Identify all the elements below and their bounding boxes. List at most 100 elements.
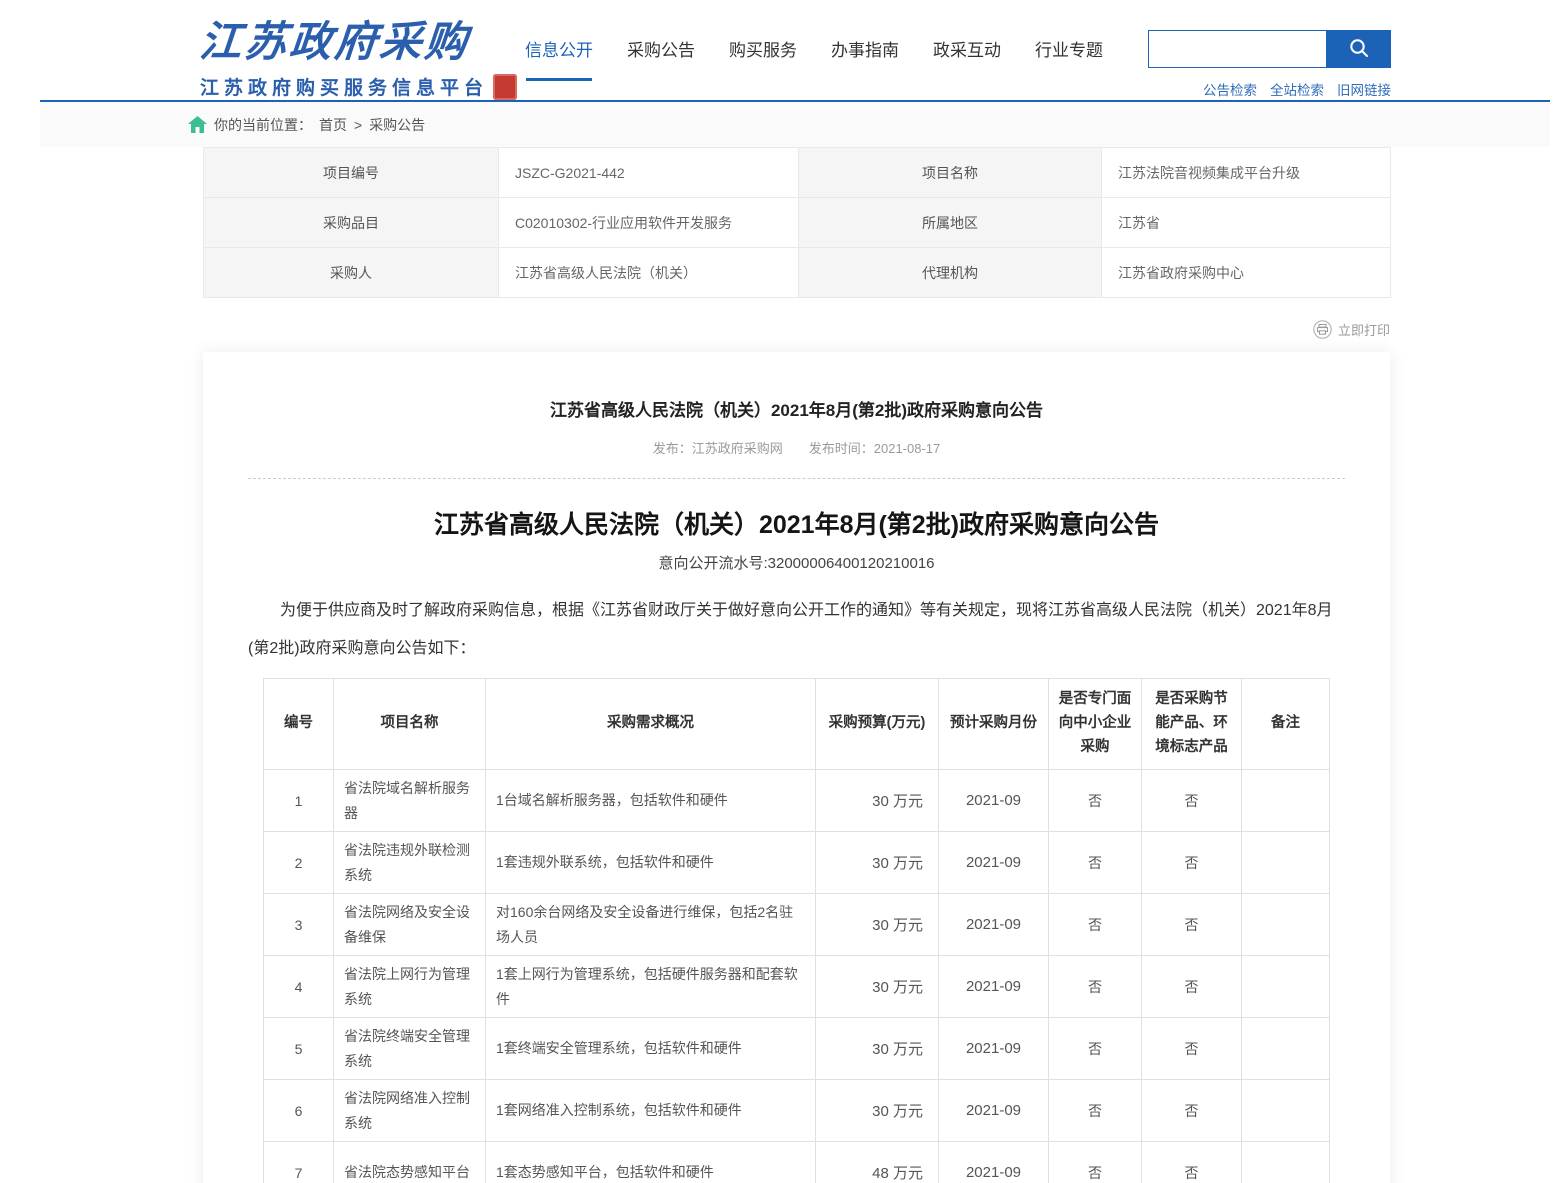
search-area: 公告检索 全站检索 旧网链接 — [1148, 30, 1391, 99]
cell-green-flag: 否 — [1142, 956, 1242, 1018]
cell-month: 2021-09 — [939, 1018, 1049, 1080]
project-info-table: 项目编号 JSZC-G2021-442 项目名称 江苏法院音视频集成平台升级 采… — [203, 147, 1391, 298]
cell-project-name: 省法院网络准入控制系统 — [334, 1080, 486, 1142]
cell-budget: 30 万元 — [816, 832, 939, 894]
cell-sme-flag: 否 — [1049, 832, 1142, 894]
cell-no: 1 — [264, 770, 334, 832]
cell-sme-flag: 否 — [1049, 1080, 1142, 1142]
info-value: JSZC-G2021-442 — [499, 148, 799, 198]
cell-no: 4 — [264, 956, 334, 1018]
table-row: 1 省法院域名解析服务器 1台域名解析服务器，包括软件和硬件 30 万元 202… — [264, 770, 1330, 832]
search-links: 公告检索 全站检索 旧网链接 — [1148, 79, 1391, 99]
cell-green-flag: 否 — [1142, 1142, 1242, 1183]
nav-item-label: 政采互动 — [933, 41, 1001, 60]
announcement-heading: 江苏省高级人民法院（机关）2021年8月(第2批)政府采购意向公告 — [248, 505, 1345, 541]
cell-no: 6 — [264, 1080, 334, 1142]
nav-item-label: 办事指南 — [831, 41, 899, 60]
cell-green-flag: 否 — [1142, 770, 1242, 832]
breadcrumb-prefix: 你的当前位置： — [214, 115, 312, 135]
cell-sme-flag: 否 — [1049, 956, 1142, 1018]
nav-item[interactable]: 购买服务 — [729, 36, 797, 81]
search-button[interactable] — [1326, 30, 1391, 68]
cell-demand-summary: 1套态势感知平台，包括软件和硬件 — [486, 1142, 816, 1183]
cell-budget: 30 万元 — [816, 1018, 939, 1080]
site-logo[interactable]: 江苏政府采购 江苏政府购买服务信息平台 — [200, 8, 517, 100]
table-row: 6 省法院网络准入控制系统 1套网络准入控制系统，包括软件和硬件 30 万元 2… — [264, 1080, 1330, 1142]
cell-budget: 30 万元 — [816, 894, 939, 956]
table-header-cell: 是否采购节能产品、环境标志产品 — [1142, 679, 1242, 770]
cell-no: 5 — [264, 1018, 334, 1080]
cell-demand-summary: 1套上网行为管理系统，包括硬件服务器和配套软件 — [486, 956, 816, 1018]
nav-item-label: 购买服务 — [729, 41, 797, 60]
nav-item[interactable]: 采购公告 — [627, 36, 695, 81]
table-header-cell: 项目名称 — [334, 679, 486, 770]
table-header-cell: 采购预算(万元) — [816, 679, 939, 770]
info-value: 江苏法院音视频集成平台升级 — [1102, 148, 1391, 198]
print-row: 立即打印 — [0, 320, 1390, 344]
table-row: 3 省法院网络及安全设备维保 对160余台网络及安全设备进行维保，包括2名驻场人… — [264, 894, 1330, 956]
table-row: 2 省法院违规外联检测系统 1套违规外联系统，包括软件和硬件 30 万元 202… — [264, 832, 1330, 894]
cell-month: 2021-09 — [939, 832, 1049, 894]
cell-note — [1242, 1142, 1330, 1183]
publisher-label: 发布： — [653, 441, 692, 456]
nav-item-label: 行业专题 — [1035, 41, 1103, 60]
info-value: C02010302-行业应用软件开发服务 — [499, 198, 799, 248]
logo-subtitle: 江苏政府购买服务信息平台 — [200, 73, 488, 100]
nav-item[interactable]: 行业专题 — [1035, 36, 1103, 81]
table-header-row: 编号 项目名称 采购需求概况 采购预算(万元) 预计采购月份 是否专门面向中小企… — [264, 679, 1330, 770]
cell-green-flag: 否 — [1142, 1080, 1242, 1142]
search-input[interactable] — [1148, 30, 1326, 68]
nav-item[interactable]: 信息公开 — [525, 36, 593, 81]
print-button[interactable]: 立即打印 — [1313, 320, 1390, 339]
cell-project-name: 省法院终端安全管理系统 — [334, 1018, 486, 1080]
main-nav: 信息公开 采购公告 购买服务 办事指南 政采互动 行业专题 — [525, 36, 1103, 81]
nav-item[interactable]: 政采互动 — [933, 36, 1001, 81]
cell-no: 2 — [264, 832, 334, 894]
cell-green-flag: 否 — [1142, 894, 1242, 956]
table-header-cell: 是否专门面向中小企业采购 — [1049, 679, 1142, 770]
info-label: 采购人 — [204, 248, 499, 298]
cell-project-name: 省法院态势感知平台 — [334, 1142, 486, 1183]
cell-budget: 30 万元 — [816, 770, 939, 832]
search-link[interactable]: 全站检索 — [1270, 79, 1324, 99]
cell-demand-summary: 1台域名解析服务器，包括软件和硬件 — [486, 770, 816, 832]
announcement-serial: 意向公开流水号:32000006400120210016 — [248, 552, 1345, 573]
publisher: 江苏政府采购网 — [692, 441, 783, 456]
cell-budget: 48 万元 — [816, 1142, 939, 1183]
home-icon[interactable] — [188, 116, 207, 133]
nav-item[interactable]: 办事指南 — [831, 36, 899, 81]
search-link[interactable]: 旧网链接 — [1337, 79, 1391, 99]
seal-icon — [493, 74, 517, 100]
print-button-label: 立即打印 — [1338, 320, 1390, 339]
cell-project-name: 省法院上网行为管理系统 — [334, 956, 486, 1018]
table-header-cell: 采购需求概况 — [486, 679, 816, 770]
table-header-cell: 备注 — [1242, 679, 1330, 770]
announcement-paragraph: 为便于供应商及时了解政府采购信息，根据《江苏省财政厅关于做好意向公开工作的通知》… — [248, 592, 1345, 668]
cell-green-flag: 否 — [1142, 1018, 1242, 1080]
breadcrumb-home-link[interactable]: 首页 — [319, 115, 347, 135]
cell-month: 2021-09 — [939, 1142, 1049, 1183]
nav-item-label: 采购公告 — [627, 41, 695, 60]
article-title: 江苏省高级人民法院（机关）2021年8月(第2批)政府采购意向公告 — [248, 396, 1345, 421]
cell-green-flag: 否 — [1142, 832, 1242, 894]
breadcrumb-current: 采购公告 — [369, 115, 425, 135]
search-link[interactable]: 公告检索 — [1203, 79, 1257, 99]
cell-sme-flag: 否 — [1049, 1018, 1142, 1080]
info-label: 项目编号 — [204, 148, 499, 198]
cell-note — [1242, 894, 1330, 956]
logo-subtitle-row: 江苏政府购买服务信息平台 — [200, 73, 517, 100]
table-header-cell: 预计采购月份 — [939, 679, 1049, 770]
cell-demand-summary: 1套终端安全管理系统，包括软件和硬件 — [486, 1018, 816, 1080]
breadcrumb-separator: > — [354, 117, 362, 133]
dashed-divider — [248, 478, 1345, 479]
cell-note — [1242, 832, 1330, 894]
search-box — [1148, 30, 1391, 68]
cell-month: 2021-09 — [939, 956, 1049, 1018]
publish-time-label: 发布时间： — [809, 441, 874, 456]
article-meta: 发布：江苏政府采购网发布时间：2021-08-17 — [248, 438, 1345, 457]
cell-note — [1242, 1018, 1330, 1080]
cell-project-name: 省法院违规外联检测系统 — [334, 832, 486, 894]
info-row: 采购人 江苏省高级人民法院（机关） 代理机构 江苏省政府采购中心 — [204, 248, 1391, 298]
printer-icon — [1313, 320, 1332, 339]
info-label: 代理机构 — [799, 248, 1102, 298]
